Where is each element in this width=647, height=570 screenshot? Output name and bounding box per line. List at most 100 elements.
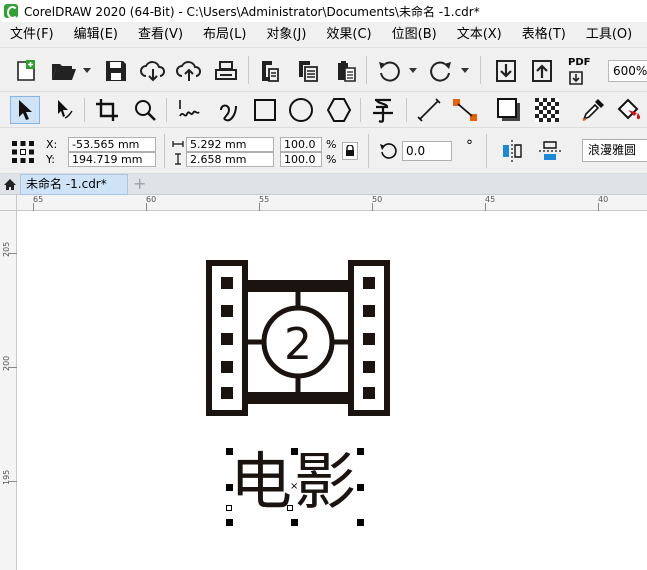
selection-handle[interactable] [291, 519, 298, 526]
paste-icon[interactable] [332, 58, 360, 84]
menu-file[interactable]: 文件(F) [0, 22, 64, 48]
export-pdf-icon[interactable] [566, 70, 586, 86]
y-label: Y: [46, 153, 55, 166]
drawing-canvas[interactable]: 2 电影 × [18, 212, 647, 570]
menu-bitmaps[interactable]: 位图(B) [382, 22, 447, 48]
ruler-h-label: 60 [146, 195, 157, 204]
selection-handle[interactable] [357, 484, 364, 491]
scale-width-percent: % [326, 138, 337, 151]
object-origin-icon[interactable] [10, 139, 36, 165]
film-number-text: 2 [284, 319, 312, 370]
text-node-handle[interactable] [287, 505, 293, 511]
copy-icon[interactable] [294, 58, 322, 84]
pdf-label: PDF [568, 57, 591, 68]
cloud-upload-icon[interactable] [174, 58, 204, 84]
scale-height-percent: % [326, 153, 337, 166]
cloud-download-icon[interactable] [138, 58, 168, 84]
vertical-ruler[interactable]: 205 200 195 [0, 211, 17, 570]
save-icon[interactable] [102, 58, 130, 84]
ruler-h-label: 65 [33, 195, 44, 204]
pick-tool-icon[interactable] [10, 96, 40, 124]
selection-handle[interactable] [226, 519, 233, 526]
ruler-v-label: 195 [2, 469, 11, 485]
drop-shadow-tool-icon[interactable] [494, 96, 524, 124]
title-bar: CorelDRAW 2020 (64-Bit) - C:\Users\Admin… [0, 0, 647, 22]
document-tab-bar: 未命名 -1.cdr* + [0, 174, 647, 195]
menu-effects[interactable]: 效果(C) [316, 22, 381, 48]
freehand-tool-icon[interactable] [174, 96, 204, 124]
text-tool-icon[interactable] [368, 96, 398, 124]
import-icon[interactable] [256, 58, 284, 84]
add-tab-button[interactable]: + [133, 175, 146, 193]
standard-toolbar: PDF 600% [0, 48, 647, 92]
home-icon[interactable] [3, 178, 17, 194]
mirror-vertical-icon[interactable] [536, 138, 564, 164]
scale-height-field[interactable]: 100.0 [280, 152, 322, 167]
open-dropdown-icon[interactable] [82, 66, 92, 76]
ellipse-tool-icon[interactable] [286, 96, 316, 124]
scale-width-field[interactable]: 100.0 [280, 137, 322, 152]
height-icon [172, 153, 184, 165]
ruler-v-label: 200 [2, 355, 11, 371]
ruler-h-label: 55 [259, 195, 270, 204]
menu-tools[interactable]: 工具(O) [576, 22, 642, 48]
selection-handle[interactable] [226, 448, 233, 455]
film-number-label: 2 [284, 319, 312, 370]
font-family-field[interactable]: 浪漫雅圆 [582, 139, 647, 162]
interactive-fill-tool-icon[interactable] [614, 96, 644, 124]
polygon-tool-icon[interactable] [324, 96, 354, 124]
x-position-field[interactable]: -53.565 mm [68, 137, 156, 152]
zoom-tool-icon[interactable] [130, 96, 160, 124]
menu-text[interactable]: 文本(X) [447, 22, 512, 48]
selection-center-marker: × [290, 481, 299, 492]
undo-icon[interactable] [374, 58, 404, 84]
menu-table[interactable]: 表格(T) [512, 22, 576, 48]
coreldraw-app-icon [4, 4, 18, 19]
parallel-dimension-tool-icon[interactable] [414, 96, 444, 124]
redo-icon[interactable] [426, 58, 456, 84]
transparency-tool-icon[interactable] [532, 96, 562, 124]
undo-dropdown-icon[interactable] [408, 66, 418, 76]
menu-object[interactable]: 对象(J) [256, 22, 316, 48]
crop-tool-icon[interactable] [92, 96, 122, 124]
export-arrow-icon[interactable] [528, 58, 556, 84]
artistic-media-tool-icon[interactable] [212, 96, 242, 124]
mirror-horizontal-icon[interactable] [498, 138, 526, 164]
ruler-origin[interactable] [0, 195, 17, 211]
menu-edit[interactable]: 编辑(E) [64, 22, 128, 48]
zoom-level-field[interactable]: 600% [608, 60, 647, 82]
selection-handle[interactable] [357, 519, 364, 526]
ruler-h-label: 50 [372, 195, 383, 204]
rotation-icon [378, 141, 398, 161]
menu-layout[interactable]: 布局(L) [193, 22, 256, 48]
height-field[interactable]: 2.658 mm [186, 152, 274, 167]
ruler-h-label: 45 [485, 195, 496, 204]
menu-view[interactable]: 查看(V) [128, 22, 193, 48]
ruler-v-label: 205 [2, 241, 11, 257]
selection-handle[interactable] [226, 484, 233, 491]
document-tab[interactable]: 未命名 -1.cdr* [20, 174, 128, 195]
new-document-icon[interactable] [12, 58, 40, 84]
width-field[interactable]: 5.292 mm [186, 137, 274, 152]
x-label: X: [46, 138, 58, 151]
import-arrow-icon[interactable] [492, 58, 520, 84]
window-title: CorelDRAW 2020 (64-Bit) - C:\Users\Admin… [24, 4, 480, 19]
tool-toolbar [0, 92, 647, 128]
open-folder-icon[interactable] [48, 58, 80, 84]
redo-dropdown-icon[interactable] [460, 66, 470, 76]
eyedropper-tool-icon[interactable] [578, 96, 608, 124]
ruler-h-label: 40 [598, 195, 609, 204]
property-bar: X: Y: -53.565 mm 194.719 mm 5.292 mm 2.6… [0, 128, 647, 174]
connector-tool-icon[interactable] [450, 96, 480, 124]
selection-handle[interactable] [357, 448, 364, 455]
y-position-field[interactable]: 194.719 mm [68, 152, 156, 167]
selection-handle[interactable] [291, 448, 298, 455]
print-icon[interactable] [212, 58, 240, 84]
text-node-handle[interactable] [226, 505, 232, 511]
rectangle-tool-icon[interactable] [250, 96, 280, 124]
degree-symbol: ° [466, 138, 473, 154]
lock-ratio-icon[interactable] [342, 142, 358, 160]
horizontal-ruler[interactable]: 65 60 55 50 45 40 [17, 195, 647, 211]
rotation-angle-field[interactable]: 0.0 [402, 141, 452, 161]
shape-tool-icon[interactable] [48, 96, 78, 124]
